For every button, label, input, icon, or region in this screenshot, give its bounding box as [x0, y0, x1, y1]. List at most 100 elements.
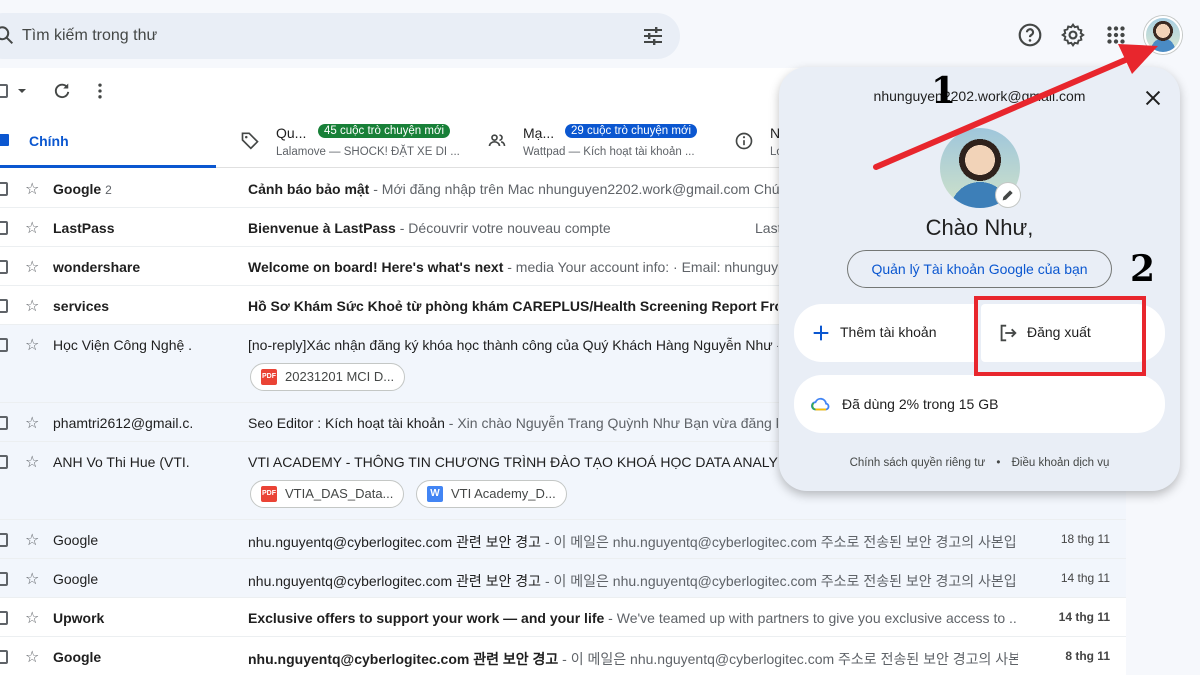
pencil-icon: [1002, 190, 1013, 201]
email-subject-line: Seo Editor : Kích hoạt tài khoản - Xin c…: [248, 415, 778, 431]
account-avatar[interactable]: [1144, 16, 1182, 54]
search-bar[interactable]: Tìm kiếm trong thư: [0, 13, 680, 59]
manage-account-button[interactable]: Quản lý Tài khoản Google của bạn: [847, 250, 1112, 288]
row-checkbox[interactable]: [0, 572, 8, 586]
email-sender: services: [53, 298, 110, 314]
refresh-icon[interactable]: [52, 81, 72, 101]
select-all-checkbox[interactable]: [0, 84, 8, 98]
pdf-icon: PDF: [261, 486, 277, 502]
close-icon[interactable]: [1142, 87, 1164, 109]
email-sender: LastPass: [53, 220, 115, 236]
email-subject-line: nhu.nguyentq@cyberlogitec.com 관련 보안 경고 -…: [248, 532, 1018, 552]
email-date: 18 thg 11: [1060, 532, 1110, 546]
tab-social[interactable]: Mạ... 29 cuộc trò chuyện mới Wattpad — K…: [487, 116, 717, 168]
email-snippet: - media Your account info: · Email: nhun…: [503, 259, 778, 275]
star-icon[interactable]: ☆: [25, 608, 39, 628]
row-checkbox[interactable]: [0, 533, 8, 547]
info-icon: [735, 132, 753, 150]
apps-grid-icon[interactable]: [1103, 22, 1129, 48]
row-checkbox[interactable]: [0, 650, 8, 664]
star-icon[interactable]: ☆: [25, 296, 39, 316]
step-number-2: 2: [1130, 248, 1156, 290]
search-options-icon[interactable]: [641, 24, 665, 48]
email-subject-line: Welcome on board! Here's what's next - m…: [248, 259, 778, 275]
email-sender: wondershare: [53, 259, 141, 275]
email-subject: VTI ACADEMY - THÔNG TIN CHƯƠNG TRÌNH ĐÀO…: [248, 454, 778, 470]
email-subject-line: [no-reply]Xác nhận đăng ký khóa học thàn…: [248, 337, 778, 353]
email-snippet: - We've teamed up with partners to give …: [604, 610, 1018, 626]
email-sender: Google: [53, 649, 102, 665]
pdf-icon: PDF: [261, 369, 277, 385]
email-row[interactable]: ☆ Google nhu.nguyentq@cyberlogitec.com 관…: [0, 559, 1126, 598]
people-icon: [488, 134, 506, 147]
tab-updates[interactable]: N Lo: [734, 116, 784, 168]
email-sender: Upwork: [53, 610, 105, 626]
email-row[interactable]: ☆ Google nhu.nguyentq@cyberlogitec.com 관…: [0, 520, 1126, 559]
storage-usage[interactable]: Đã dùng 2% trong 15 GB: [794, 375, 1165, 433]
add-account-button[interactable]: Thêm tài khoản: [794, 304, 978, 362]
row-checkbox[interactable]: [0, 455, 8, 469]
email-subject-line: Hồ Sơ Khám Sức Khoẻ từ phòng khám CAREPL…: [248, 298, 778, 314]
email-snippet: - 이 메일은 nhu.nguyentq@cyberlogitec.com 주소…: [558, 651, 1018, 667]
star-icon[interactable]: ☆: [25, 452, 39, 472]
row-checkbox[interactable]: [0, 182, 8, 196]
email-subject: nhu.nguyentq@cyberlogitec.com 관련 보안 경고: [248, 573, 542, 589]
attachment-chip[interactable]: PDF VTIA_DAS_Data...: [250, 480, 405, 508]
greeting: Chào Như,: [925, 215, 1034, 240]
row-checkbox[interactable]: [0, 416, 8, 430]
email-date: Last: [755, 220, 782, 236]
tab-snippet: Lalamove — SHOCK! ĐẶT XE DI ...: [276, 146, 460, 158]
email-subject: Bienvenue à LastPass: [248, 220, 396, 236]
row-checkbox[interactable]: [0, 260, 8, 274]
more-options-icon[interactable]: [90, 81, 110, 101]
star-icon[interactable]: ☆: [25, 530, 39, 550]
attachment-chip[interactable]: PDF 20231201 MCI D...: [250, 363, 406, 391]
star-icon[interactable]: ☆: [25, 413, 39, 433]
email-snippet: - Xin chào Nguyễn Trang Quỳnh Như Bạn vừ…: [444, 415, 778, 431]
row-checkbox[interactable]: [0, 221, 8, 235]
email-row[interactable]: ☆ Upwork Exclusive offers to support you…: [0, 598, 1126, 637]
star-icon[interactable]: ☆: [25, 257, 39, 277]
star-icon[interactable]: ☆: [25, 569, 39, 589]
privacy-policy-link[interactable]: Chính sách quyền riêng tư: [850, 457, 986, 469]
search-icon[interactable]: [0, 25, 16, 47]
email-row[interactable]: ☆ Google nhu.nguyentq@cyberlogitec.com 관…: [0, 637, 1126, 675]
email-date: 8 thg 11: [1065, 649, 1110, 663]
new-count-badge: 29 cuộc trò chuyện mới: [565, 124, 698, 138]
star-icon[interactable]: ☆: [25, 647, 39, 667]
edit-photo-button[interactable]: [995, 182, 1021, 208]
tag-icon: [241, 132, 259, 150]
step-number-1: 1: [931, 70, 957, 112]
row-checkbox[interactable]: [0, 611, 8, 625]
star-icon[interactable]: ☆: [25, 179, 39, 199]
email-subject-line: nhu.nguyentq@cyberlogitec.com 관련 보안 경고 -…: [248, 649, 1018, 669]
search-input[interactable]: Tìm kiếm trong thư: [22, 27, 157, 45]
star-icon[interactable]: ☆: [25, 335, 39, 355]
email-subject: Hồ Sơ Khám Sức Khoẻ từ phòng khám CAREPL…: [248, 298, 778, 314]
popup-footer: Chính sách quyền riêng tư • Điều khoản d…: [779, 457, 1180, 469]
new-count-badge: 45 cuộc trò chuyện mới: [318, 124, 451, 138]
sender-name: Google: [53, 181, 102, 197]
word-doc-icon: W: [427, 486, 443, 502]
tab-promotions[interactable]: Qu... 45 cuộc trò chuyện mới Lalamove — …: [240, 116, 470, 168]
tab-primary[interactable]: Chính: [0, 116, 216, 168]
email-subject-line: Exclusive offers to support your work — …: [248, 610, 1018, 626]
select-dropdown-icon[interactable]: [17, 86, 27, 96]
inbox-icon: [0, 134, 9, 146]
terms-of-service-link[interactable]: Điều khoản dịch vụ: [1012, 457, 1110, 469]
email-subject: [no-reply]Xác nhận đăng ký khóa học thàn…: [248, 337, 773, 353]
email-sender: phamtri2612@gmail.c.: [53, 415, 194, 431]
attachment-chip[interactable]: W VTI Academy_D...: [416, 480, 567, 508]
star-icon[interactable]: ☆: [25, 218, 39, 238]
email-snippet: - Découvrir votre nouveau compte: [395, 220, 611, 236]
settings-gear-icon[interactable]: [1060, 22, 1086, 48]
help-icon[interactable]: [1017, 22, 1043, 48]
email-subject-line: Bienvenue à LastPass - Découvrir votre n…: [248, 220, 778, 236]
row-checkbox[interactable]: [0, 338, 8, 352]
email-subject-line: nhu.nguyentq@cyberlogitec.com 관련 보안 경고 -…: [248, 571, 1018, 591]
email-sender: Google: [53, 532, 99, 548]
email-snippet: - Mới đăng nhập trên Mac nhunguyen2202.w…: [369, 181, 780, 197]
row-checkbox[interactable]: [0, 299, 8, 313]
email-sender: Google 2: [53, 181, 112, 197]
email-snippet: - 이 메일은 nhu.nguyentq@cyberlogitec.com 주소…: [541, 573, 1018, 589]
